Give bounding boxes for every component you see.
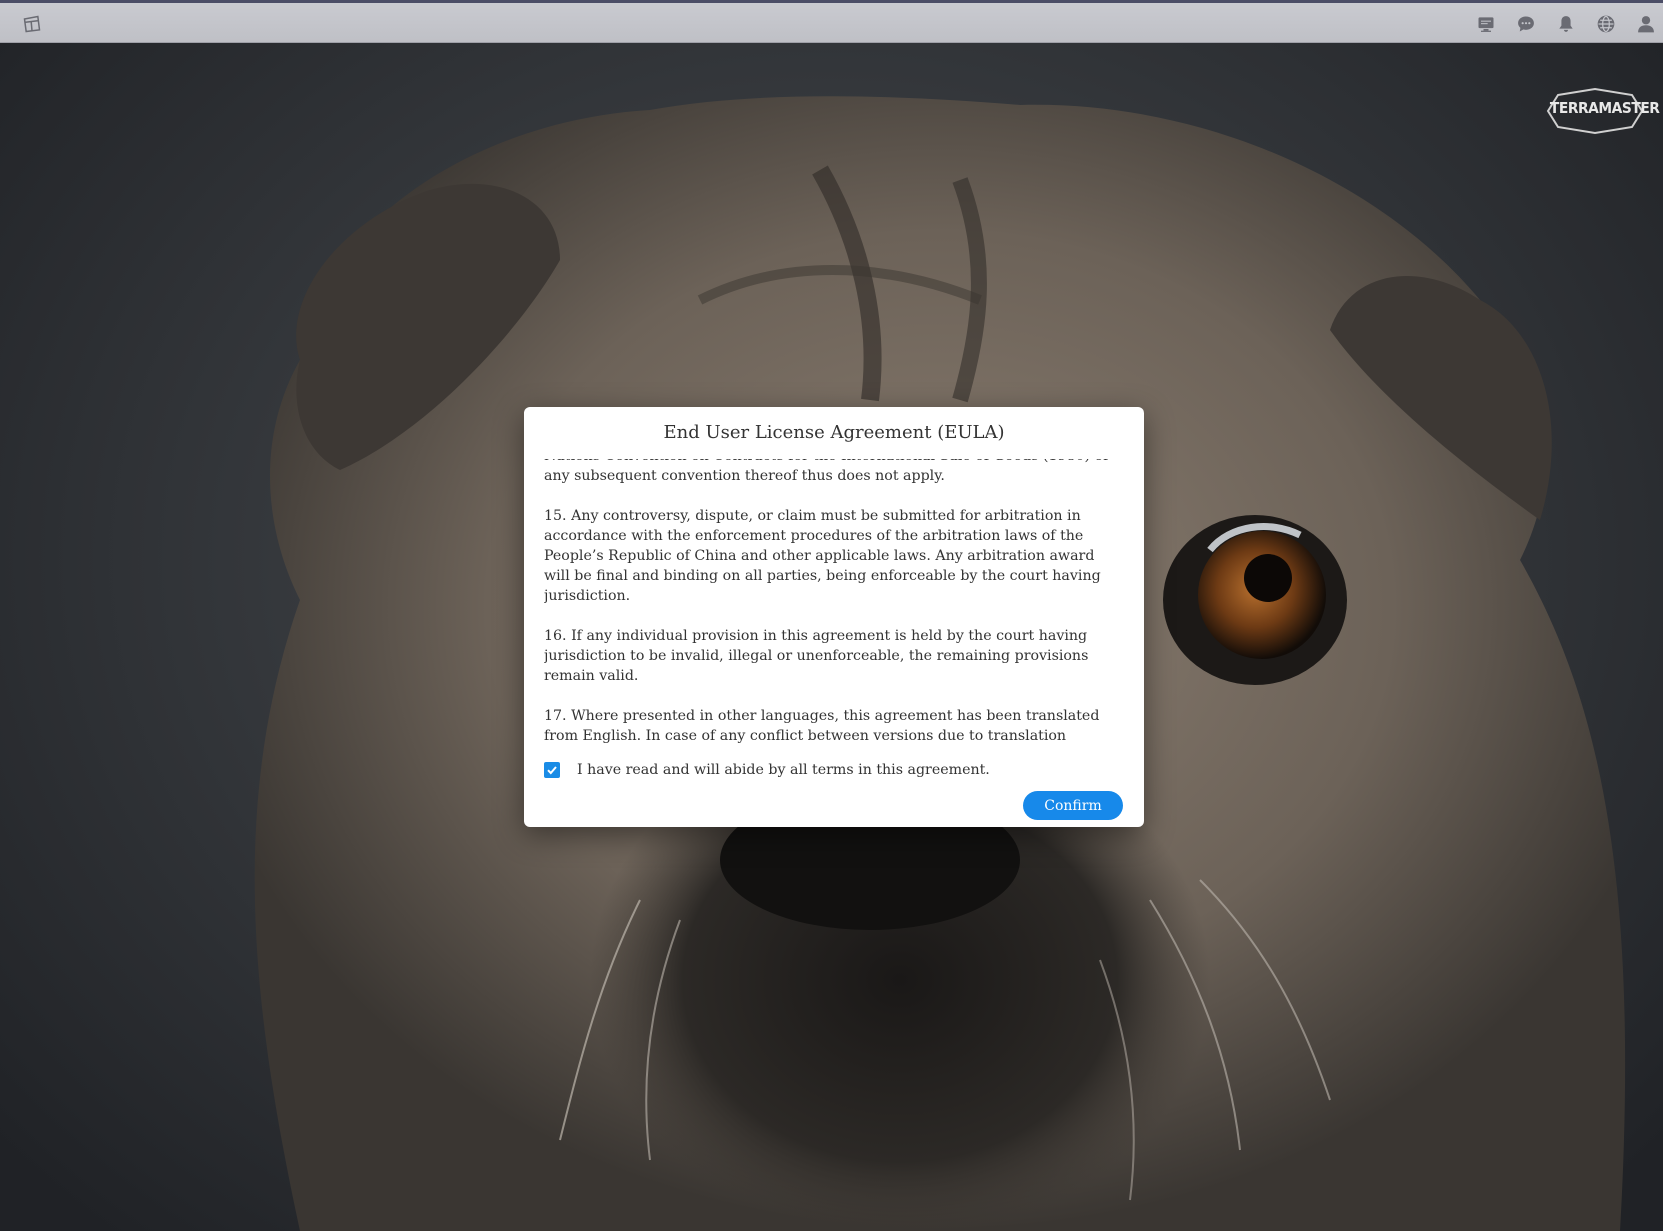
eula-text-scroll-area[interactable]: Nations Convention on Contracts for the … xyxy=(544,459,1114,744)
eula-dialog: End User License Agreement (EULA) Nation… xyxy=(524,407,1144,827)
confirm-button[interactable]: Confirm xyxy=(1023,791,1123,820)
eula-clause: Nations Convention on Contracts for the … xyxy=(544,459,1110,484)
eula-clause: 15. Any controversy, dispute, or claim m… xyxy=(544,508,1101,604)
dialog-title: End User License Agreement (EULA) xyxy=(663,422,1005,443)
chat-icon[interactable] xyxy=(1513,11,1539,37)
eula-text: Nations Convention on Contracts for the … xyxy=(544,459,1114,744)
agree-checkbox[interactable] xyxy=(544,762,560,778)
checkmark-icon xyxy=(547,766,557,775)
desktop: TERRAMASTER End User License Agreement (… xyxy=(0,0,1663,1231)
terramaster-logo: TERRAMASTER xyxy=(1546,87,1660,135)
monitor-icon[interactable] xyxy=(1473,11,1499,37)
logo-text: TERRAMASTER xyxy=(1549,99,1660,117)
globe-icon[interactable] xyxy=(1593,11,1619,37)
desktop-window-icon[interactable] xyxy=(19,11,45,37)
eula-clause: 17. Where presented in other languages, … xyxy=(544,708,1100,744)
agree-label: I have read and will abide by all terms … xyxy=(577,762,990,778)
taskbar xyxy=(0,0,1663,43)
eula-clause: 16. If any individual provision in this … xyxy=(544,628,1089,684)
agree-row: I have read and will abide by all terms … xyxy=(544,760,1104,780)
bell-icon[interactable] xyxy=(1553,11,1579,37)
user-icon[interactable] xyxy=(1633,11,1659,37)
